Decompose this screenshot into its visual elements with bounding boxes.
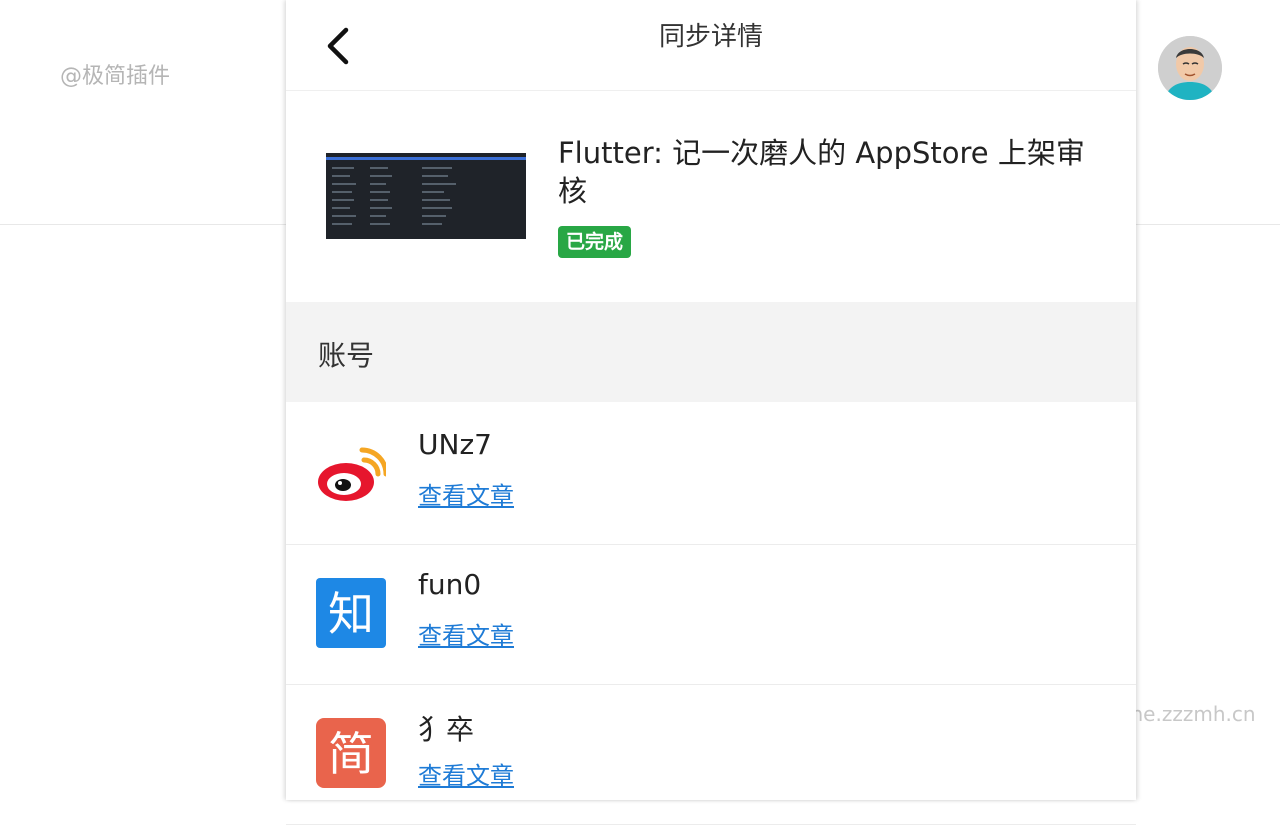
watermark-left: @极简插件 [60,64,171,89]
avatar-icon [1158,36,1222,100]
article-thumbnail [326,153,526,239]
svg-text:知: 知 [328,587,374,641]
view-article-link[interactable]: 查看文章 [418,616,514,651]
view-article-link[interactable]: 查看文章 [418,476,514,511]
thumbnail-image [326,153,526,239]
account-item-weibo: UNz7 查看文章 [286,404,1136,545]
panel-topbar: 同步详情 [286,0,1136,91]
account-name: UNz7 [418,428,492,461]
article-title: Flutter: 记一次磨人的 AppStore 上架审核 [558,136,1085,208]
accounts-section-header: 账号 [286,302,1136,402]
account-item-zhihu: 知 fun0 查看文章 [286,544,1136,685]
accounts-section-label: 账号 [318,339,375,372]
account-name: 犭卒 [418,713,475,746]
account-item-jianshu: 简 犭卒 查看文章 [286,684,1136,825]
weibo-icon [316,438,389,508]
svg-text:简: 简 [328,727,374,781]
page-title: 同步详情 [658,22,763,52]
user-avatar[interactable] [1158,36,1222,100]
zhihu-icon: 知 [316,578,386,648]
jianshu-icon: 简 [316,718,386,788]
view-article-link[interactable]: 查看文章 [418,756,514,791]
account-name: fun0 [418,568,482,601]
sync-detail-panel: 同步详情 Flutter: 记一次磨人的 AppStore 上架审核 已完成 账… [286,0,1136,825]
status-badge: 已完成 [558,226,632,258]
